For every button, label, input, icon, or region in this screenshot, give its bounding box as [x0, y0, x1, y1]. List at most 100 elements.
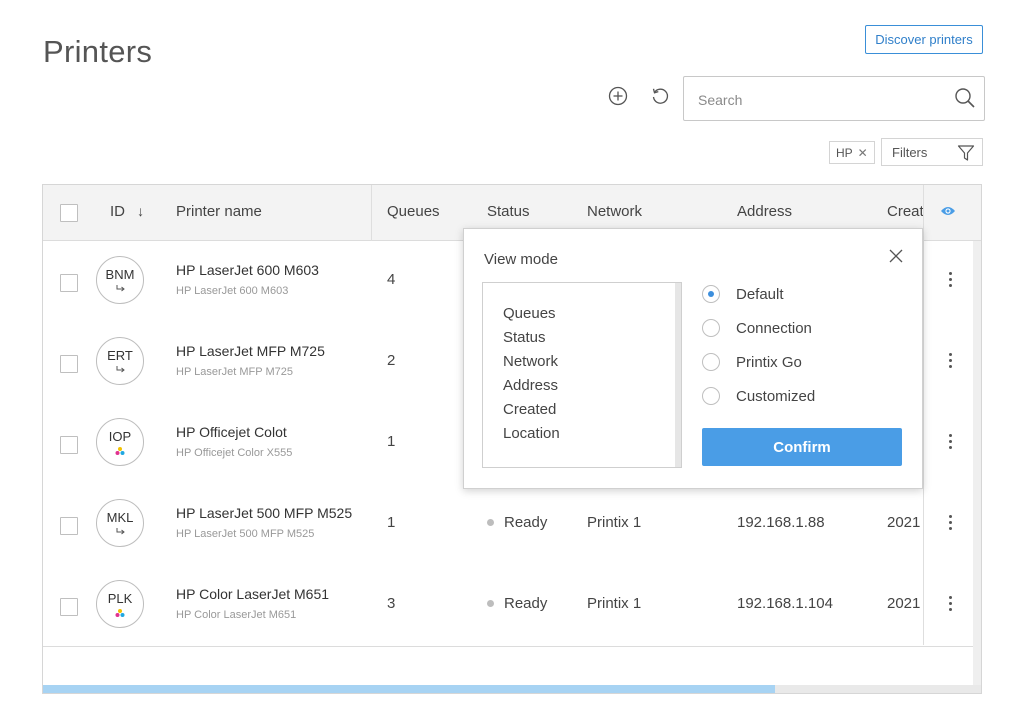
search-input[interactable]: [696, 87, 950, 113]
column-header-queues[interactable]: Queues: [387, 203, 440, 220]
confirm-button[interactable]: Confirm: [702, 428, 902, 466]
list-item: Queues: [503, 305, 556, 322]
status-dot: [487, 599, 494, 607]
eye-icon[interactable]: [940, 205, 956, 217]
color-drops-icon: [115, 609, 125, 617]
radio-label: Default: [736, 285, 784, 303]
radio-button[interactable]: [702, 285, 720, 303]
row-checkbox[interactable]: [60, 517, 78, 535]
row-menu-icon[interactable]: [947, 515, 953, 533]
filter-chip-label: HP: [836, 145, 853, 160]
printer-model: HP Color LaserJet M651: [176, 609, 297, 621]
refresh-button[interactable]: [648, 84, 672, 108]
list-item: Created: [503, 401, 557, 418]
queues-count: 2: [387, 352, 396, 369]
radio-printix-go[interactable]: Printix Go: [702, 351, 802, 373]
row-menu-icon[interactable]: [947, 353, 953, 371]
created-cell: 2021: [887, 514, 921, 531]
discover-printers-button[interactable]: Discover printers: [865, 25, 983, 54]
close-icon[interactable]: [886, 246, 906, 266]
queues-count: 1: [387, 433, 396, 450]
radio-label: Printix Go: [736, 353, 802, 371]
redirect-icon: [116, 528, 125, 535]
columns-listbox[interactable]: Queues Status Network Address Created Lo…: [482, 282, 682, 468]
radio-default[interactable]: Default: [702, 283, 784, 305]
radio-label: Customized: [736, 387, 816, 405]
row-menu-icon[interactable]: [947, 272, 953, 290]
printer-name[interactable]: HP Color LaserJet M651: [176, 586, 329, 602]
radio-button[interactable]: [702, 353, 720, 371]
table-row[interactable]: MKL HP LaserJet 500 MFP M525 HP LaserJet…: [43, 484, 981, 566]
horizontal-scrollbar-thumb[interactable]: [43, 685, 775, 693]
sort-down-icon: ↓: [137, 203, 145, 219]
list-item: Network: [503, 353, 559, 370]
printer-name[interactable]: HP LaserJet 500 MFP M525: [176, 505, 352, 521]
list-item: Address: [503, 377, 559, 394]
row-checkbox[interactable]: [60, 274, 78, 292]
printer-name[interactable]: HP Officejet Colot: [176, 424, 287, 440]
printer-name[interactable]: HP LaserJet 600 M603: [176, 262, 319, 278]
page-title: Printers: [43, 34, 153, 69]
remove-filter-icon[interactable]: ✕: [858, 146, 868, 160]
color-drops-icon: [115, 447, 125, 455]
row-checkbox[interactable]: [60, 598, 78, 616]
search-box: [683, 76, 985, 121]
printer-model: HP Officejet Color X555: [176, 447, 293, 459]
printer-avatar: IOP: [96, 418, 144, 466]
listbox-scrollbar[interactable]: [675, 283, 681, 467]
radio-button[interactable]: [702, 387, 720, 405]
radio-button[interactable]: [702, 319, 720, 337]
column-header-id[interactable]: ID ↓: [110, 203, 144, 220]
column-header-address[interactable]: Address: [737, 203, 792, 220]
queues-count: 1: [387, 514, 396, 531]
redirect-icon: [116, 285, 125, 292]
row-menu-icon[interactable]: [947, 596, 953, 614]
vertical-scrollbar[interactable]: [973, 241, 981, 685]
printer-avatar: MKL: [96, 499, 144, 547]
filter-chip: HP ✕: [829, 141, 875, 164]
printer-name[interactable]: HP LaserJet MFP M725: [176, 343, 325, 359]
select-all-checkbox[interactable]: [60, 204, 78, 222]
status-text: Ready: [504, 595, 548, 612]
row-checkbox[interactable]: [60, 436, 78, 454]
address-cell: 192.168.1.88: [737, 514, 825, 531]
printer-id: BNM: [105, 267, 135, 282]
popup-title: View mode: [484, 251, 558, 268]
column-header-network[interactable]: Network: [587, 203, 642, 220]
refresh-icon: [652, 88, 669, 104]
queues-count: 3: [387, 595, 396, 612]
row-menu-icon[interactable]: [947, 434, 953, 452]
view-mode-popup: View mode Queues Status Network Address …: [463, 228, 923, 489]
row-checkbox[interactable]: [60, 355, 78, 373]
queues-count: 4: [387, 271, 396, 288]
column-divider: [923, 185, 924, 645]
funnel-icon: [957, 145, 975, 161]
status-cell: Ready: [487, 514, 547, 531]
address-cell: 192.168.1.104: [737, 595, 833, 612]
printer-avatar: ERT: [96, 337, 144, 385]
printer-id: MKL: [106, 510, 134, 525]
column-header-status[interactable]: Status: [487, 203, 530, 220]
radio-customized[interactable]: Customized: [702, 385, 815, 407]
add-printer-button[interactable]: [606, 84, 630, 108]
printer-model: HP LaserJet MFP M725: [176, 366, 293, 378]
radio-connection[interactable]: Connection: [702, 317, 812, 339]
column-header-created[interactable]: Creat: [887, 203, 923, 220]
created-cell: 2021: [887, 595, 921, 612]
printer-avatar: BNM: [96, 256, 144, 304]
status-dot: [487, 518, 494, 526]
printer-id: PLK: [107, 591, 133, 606]
search-icon[interactable]: [954, 87, 976, 109]
network-cell: Printix 1: [587, 514, 642, 531]
filters-button[interactable]: Filters: [881, 138, 983, 166]
printer-id: ERT: [107, 348, 133, 363]
column-header-printer-name[interactable]: Printer name: [176, 203, 262, 220]
column-header-id-label: ID: [110, 203, 125, 220]
status-cell: Ready: [487, 595, 547, 612]
plus-circle-icon: [608, 86, 628, 106]
table-row[interactable]: PLK HP Color LaserJet M651 HP Color Lase…: [43, 565, 981, 647]
radio-label: Connection: [736, 319, 812, 337]
printer-model: HP LaserJet 500 MFP M525: [176, 528, 315, 540]
list-item: Location: [503, 425, 560, 442]
filters-label: Filters: [892, 144, 928, 160]
